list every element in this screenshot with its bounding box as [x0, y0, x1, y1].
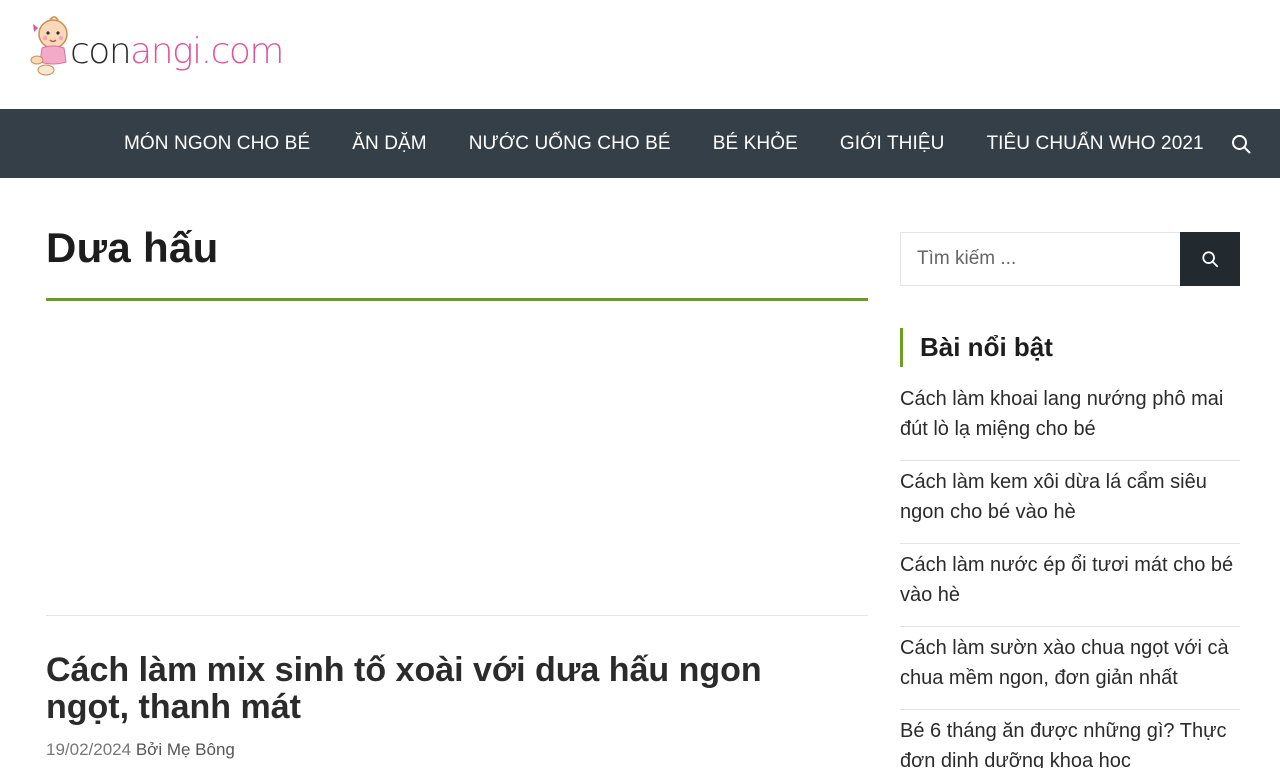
nav-item-nuoc-uong-cho-be[interactable]: NƯỚC UỐNG CHO BÉ: [448, 109, 692, 178]
post-date: 19/02/2024: [46, 740, 132, 759]
title-divider: [46, 298, 868, 301]
nav-item-an-dam[interactable]: ĂN DẶM: [331, 109, 448, 178]
baby-mascot-icon: [30, 16, 68, 76]
nav-item-be-khoe[interactable]: BÉ KHỎE: [692, 109, 819, 178]
list-item: Cách làm nước ép ổi tươi mát cho bé vào …: [900, 544, 1240, 627]
post-divider: [46, 615, 868, 616]
nav-list: MÓN NGON CHO BÉ ĂN DẶM NƯỚC UỐNG CHO BÉ …: [103, 109, 1225, 178]
nav-item-tieu-chuan-who-2021[interactable]: TIÊU CHUẨN WHO 2021: [965, 109, 1224, 178]
post-title-link[interactable]: Cách làm mix sinh tố xoài với dưa hấu ng…: [46, 652, 846, 726]
featured-post-link[interactable]: Cách làm khoai lang nướng phô mai đút lò…: [900, 384, 1240, 444]
featured-post-link[interactable]: Cách làm nước ép ổi tươi mát cho bé vào …: [900, 550, 1240, 610]
list-item: Cách làm sườn xào chua ngọt với cà chua …: [900, 627, 1240, 710]
nav-item-gioi-thieu[interactable]: GIỚI THIỆU: [819, 109, 966, 178]
featured-post-link[interactable]: Cách làm kem xôi dừa lá cẩm siêu ngon ch…: [900, 467, 1240, 527]
post-meta: 19/02/2024 Bởi Mẹ Bông: [46, 740, 235, 760]
featured-widget-title: Bài nổi bật: [900, 328, 1053, 367]
search-icon: [1232, 134, 1251, 153]
main-navigation: MÓN NGON CHO BÉ ĂN DẶM NƯỚC UỐNG CHO BÉ …: [0, 109, 1280, 178]
featured-post-link[interactable]: Bé 6 tháng ăn được những gì? Thực đơn di…: [900, 716, 1240, 768]
sidebar-search-form: [900, 232, 1240, 286]
site-logo[interactable]: conangi.com: [30, 14, 284, 80]
nav-item-mon-ngon-cho-be[interactable]: MÓN NGON CHO BÉ: [103, 109, 331, 178]
list-item: Bé 6 tháng ăn được những gì? Thực đơn di…: [900, 710, 1240, 768]
nav-search-button[interactable]: [1226, 109, 1256, 178]
featured-list: Cách làm khoai lang nướng phô mai đút lò…: [900, 378, 1240, 768]
post-author-link[interactable]: Mẹ Bông: [167, 740, 235, 759]
search-input[interactable]: [900, 232, 1180, 286]
page-title: Dưa hấu: [46, 224, 219, 271]
featured-post-link[interactable]: Cách làm sườn xào chua ngọt với cà chua …: [900, 633, 1240, 693]
logo-text: conangi.com: [70, 31, 284, 72]
blank-ad-area: [46, 302, 868, 616]
search-icon: [1202, 251, 1219, 268]
search-submit-button[interactable]: [1180, 232, 1240, 286]
site-header: conangi.com: [0, 0, 1280, 109]
list-item: Cách làm kem xôi dừa lá cẩm siêu ngon ch…: [900, 461, 1240, 544]
list-item: Cách làm khoai lang nướng phô mai đút lò…: [900, 378, 1240, 461]
post-by-label: Bởi: [135, 740, 163, 759]
